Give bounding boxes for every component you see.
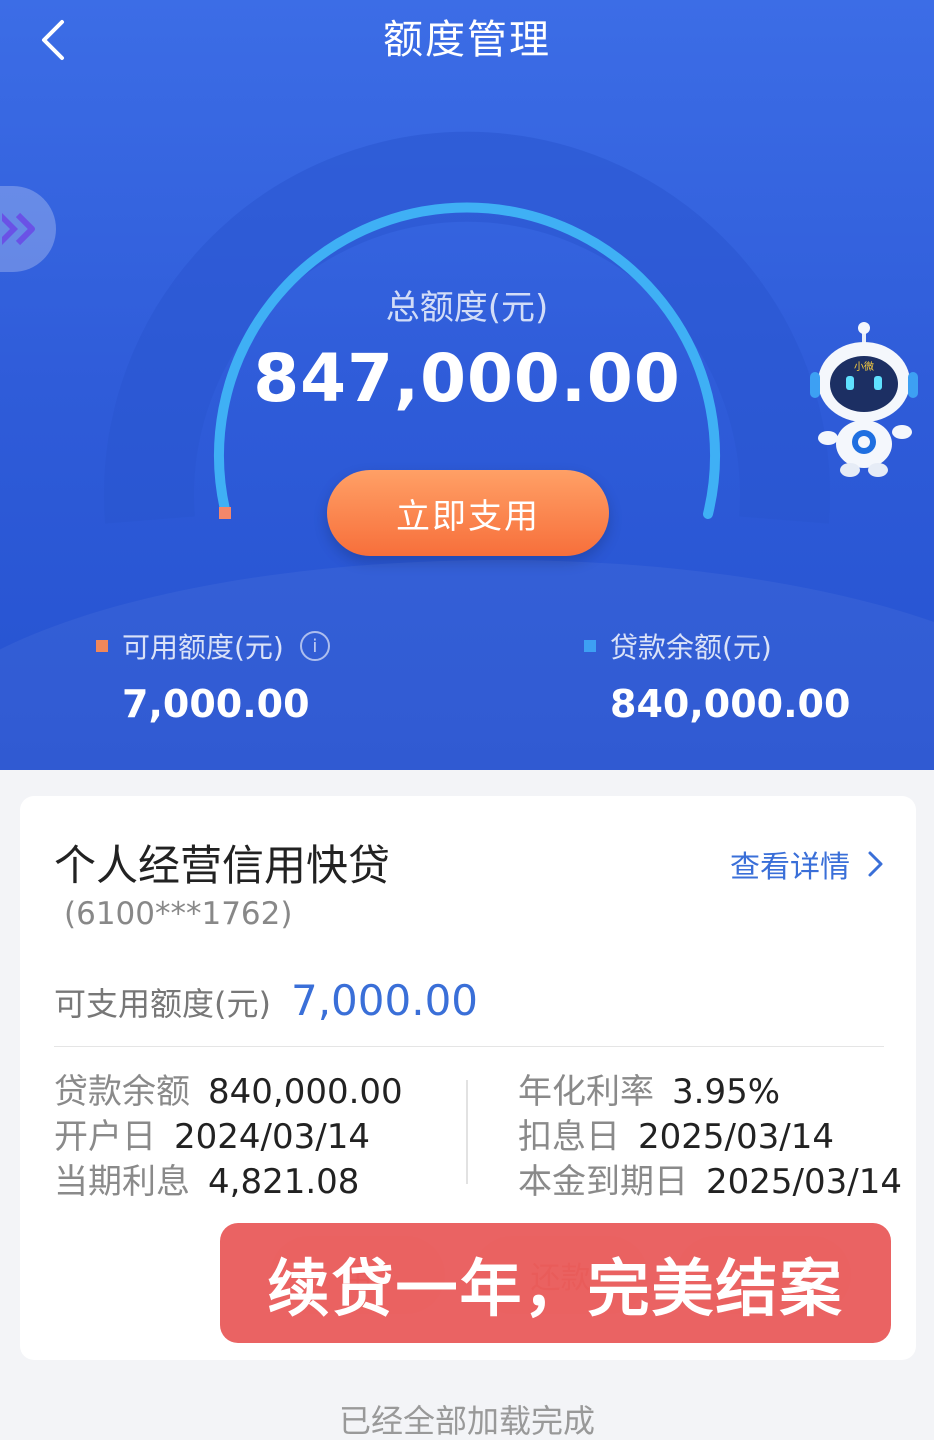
- current-interest-value: 4,821.08: [208, 1162, 360, 1202]
- spendable-quota-label: 可支用额度(元): [54, 985, 271, 1023]
- product-name: 个人经营信用快贷: [54, 841, 391, 890]
- robot-badge-text: 小微: [854, 360, 874, 373]
- open-date-key: 开户日: [54, 1117, 156, 1157]
- page-title: 额度管理: [383, 17, 551, 63]
- load-complete-text: 已经全部加载完成: [338, 1402, 595, 1440]
- total-quota-value: 847,000.00: [253, 340, 681, 417]
- available-quota-value: 7,000.00: [122, 682, 310, 726]
- available-quota-label: 可用额度(元): [122, 631, 284, 664]
- hero-section: 额度管理 总额度(元) 847,000.00 立即支用 小微 可用额度(元) i: [0, 0, 934, 770]
- interest-deduction-date-key: 扣息日: [518, 1117, 620, 1157]
- balance-legend-dot: [584, 640, 596, 652]
- available-legend-dot: [96, 640, 108, 652]
- column-divider: [466, 1080, 468, 1184]
- annual-rate-value: 3.95%: [672, 1072, 781, 1112]
- chevron-right-icon: [868, 851, 883, 877]
- interest-deduction-date-row: 扣息日 2025/03/14: [518, 1109, 834, 1158]
- current-interest-key: 当期利息: [54, 1162, 190, 1202]
- loan-balance-row: 贷款余额 840,000.00: [54, 1064, 403, 1113]
- loan-balance-amount: 840,000.00: [208, 1072, 403, 1112]
- open-date-row: 开户日 2024/03/14: [54, 1109, 370, 1158]
- divider: [54, 1046, 884, 1047]
- annual-rate-key: 年化利率: [518, 1072, 654, 1112]
- current-interest-row: 当期利息 4,821.08: [54, 1154, 359, 1203]
- total-quota-label: 总额度(元): [385, 288, 549, 328]
- loan-balance-key: 贷款余额: [54, 1072, 190, 1112]
- interest-deduction-date-value: 2025/03/14: [638, 1117, 834, 1157]
- open-date-value: 2024/03/14: [174, 1117, 370, 1157]
- overlay-banner: 续贷一年，完美结案: [220, 1223, 891, 1343]
- account-number: (6100***1762): [64, 896, 293, 932]
- spendable-quota-value: 7,000.00: [290, 976, 479, 1025]
- loan-balance-value: 840,000.00: [610, 682, 851, 726]
- info-icon[interactable]: i: [299, 631, 330, 661]
- use-now-button[interactable]: 立即支用: [327, 470, 609, 556]
- double-chevron-right-icon: [2, 212, 35, 246]
- robot-assistant-icon[interactable]: 小微: [808, 320, 920, 480]
- spendable-quota-row: 可支用额度(元) 7,000.00: [54, 976, 478, 1025]
- view-details-label: 查看详情: [730, 850, 850, 885]
- gauge-start-marker: [219, 507, 231, 519]
- maturity-date-row: 本金到期日 2025/03/14: [518, 1154, 902, 1203]
- available-quota-stat: 可用额度(元) i 7,000.00: [96, 626, 330, 726]
- loan-balance-stat: 贷款余额(元) 840,000.00: [584, 626, 850, 726]
- loan-balance-label: 贷款余额(元): [610, 631, 772, 664]
- view-details-link[interactable]: 查看详情: [730, 842, 886, 886]
- maturity-date-key: 本金到期日: [518, 1162, 688, 1202]
- annual-rate-row: 年化利率 3.95%: [518, 1064, 780, 1113]
- maturity-date-value: 2025/03/14: [706, 1162, 902, 1202]
